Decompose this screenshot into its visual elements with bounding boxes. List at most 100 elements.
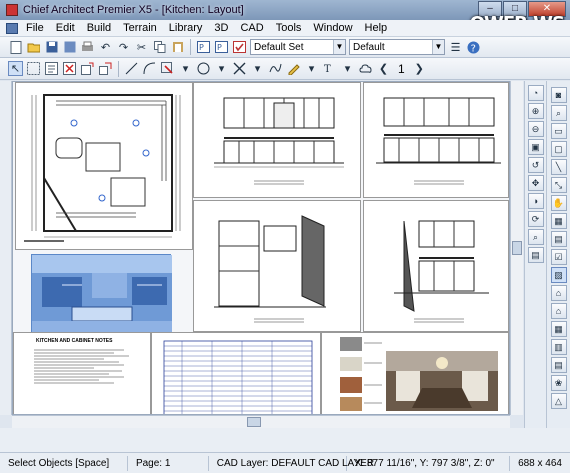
menu-terrain[interactable]: Terrain bbox=[117, 22, 163, 34]
print-icon[interactable] bbox=[80, 40, 95, 55]
text-tool-icon[interactable]: T bbox=[322, 61, 337, 76]
undo-icon[interactable]: ↶ bbox=[98, 40, 113, 55]
open-object-icon[interactable] bbox=[44, 61, 59, 76]
zoom-icon[interactable]: ⌕ bbox=[550, 105, 567, 121]
arrow-tool-icon[interactable] bbox=[160, 61, 175, 76]
camera-icon[interactable]: ◙ bbox=[550, 87, 567, 103]
checklist-icon[interactable] bbox=[232, 40, 247, 55]
dropdown-arrow-icon[interactable]: ▾ bbox=[214, 61, 229, 76]
zoom-out-icon[interactable]: ⊖ bbox=[527, 121, 544, 137]
arc-tool-icon[interactable] bbox=[142, 61, 157, 76]
vertical-scrollbar[interactable] bbox=[510, 81, 523, 415]
page-number[interactable]: 1 bbox=[394, 62, 409, 76]
line-icon[interactable]: ╲ bbox=[550, 159, 567, 175]
help-icon[interactable]: ? bbox=[466, 40, 481, 55]
line-style-icon[interactable]: ☰ bbox=[448, 40, 463, 55]
paste-icon[interactable] bbox=[170, 40, 185, 55]
elevation-sheet-2[interactable] bbox=[363, 82, 509, 198]
layer-set-dropdown[interactable]: Default Set ▼ bbox=[250, 39, 346, 55]
cloud-markup-icon[interactable] bbox=[358, 61, 373, 76]
house-icon[interactable]: ⌂ bbox=[550, 285, 567, 301]
next-page-icon[interactable]: ❯ bbox=[412, 61, 427, 76]
view-select-icon[interactable]: ▤ bbox=[527, 247, 544, 263]
open-folder-icon[interactable] bbox=[26, 40, 41, 55]
spline-tool-icon[interactable] bbox=[268, 61, 283, 76]
cabinet-elevation-drawing bbox=[214, 215, 326, 323]
table-icon[interactable]: ▤ bbox=[550, 231, 567, 247]
previous-page-icon[interactable]: ❮ bbox=[376, 61, 391, 76]
check-icon[interactable]: ☑ bbox=[550, 249, 567, 265]
refresh-icon[interactable]: ⟳ bbox=[527, 211, 544, 227]
transform-icon[interactable] bbox=[98, 61, 113, 76]
circle-tool-icon[interactable] bbox=[196, 61, 211, 76]
scroll-thumb[interactable] bbox=[247, 417, 261, 427]
terrain-icon[interactable]: △ bbox=[550, 393, 567, 409]
menu-build[interactable]: Build bbox=[81, 22, 117, 34]
dropdown-arrow-icon[interactable]: ▾ bbox=[304, 61, 319, 76]
layout-box-icon[interactable]: ▢ bbox=[550, 141, 567, 157]
svg-text:?: ? bbox=[471, 43, 476, 54]
plant-icon[interactable]: ❀ bbox=[550, 375, 567, 391]
elevation-sheet-1[interactable] bbox=[193, 82, 361, 198]
save-icon[interactable] bbox=[44, 40, 59, 55]
line-tool-icon[interactable] bbox=[124, 61, 139, 76]
menu-bar: File Edit Build Terrain Library 3D CAD T… bbox=[0, 20, 570, 37]
menu-edit[interactable]: Edit bbox=[50, 22, 81, 34]
swap-view-icon[interactable]: ◑ bbox=[527, 193, 544, 209]
menu-file[interactable]: File bbox=[20, 22, 50, 34]
kitchen-3d-rendering[interactable] bbox=[31, 254, 172, 333]
elevation-sheet-4[interactable] bbox=[363, 200, 509, 332]
save-as-icon[interactable] bbox=[62, 40, 77, 55]
svg-text:P: P bbox=[199, 43, 204, 52]
schedule-sheet[interactable] bbox=[151, 332, 321, 414]
horizontal-scrollbar[interactable] bbox=[12, 415, 510, 428]
menu-cad[interactable]: CAD bbox=[234, 22, 269, 34]
document-menu-icon[interactable] bbox=[6, 22, 18, 34]
select-3d-icon[interactable]: ◔ bbox=[527, 85, 544, 101]
edit-area-icon[interactable] bbox=[26, 61, 41, 76]
layer-settings-icon[interactable]: P bbox=[214, 40, 229, 55]
pencil-icon[interactable] bbox=[286, 61, 301, 76]
resize-icon[interactable]: ⤡ bbox=[550, 177, 567, 193]
layer-dropdown[interactable]: Default ▼ bbox=[349, 39, 445, 55]
zoom-window-icon[interactable]: ⌕ bbox=[527, 229, 544, 245]
new-file-icon[interactable] bbox=[8, 40, 23, 55]
layer-display-icon[interactable]: P bbox=[196, 40, 211, 55]
undo-zoom-icon[interactable]: ↺ bbox=[527, 157, 544, 173]
floor-plan-sheet[interactable] bbox=[15, 82, 193, 250]
menu-library[interactable]: Library bbox=[163, 22, 209, 34]
cabinet-icon[interactable]: ▥ bbox=[550, 339, 567, 355]
fill-window-icon[interactable]: ▣ bbox=[527, 139, 544, 155]
window-view-icon[interactable]: ▦ bbox=[550, 321, 567, 337]
edit-toolbar: ↖ ▾ ▾ ▾ ▾ T ▾ ❮ 1 ❯ bbox=[0, 58, 570, 80]
copy-paste-icon[interactable] bbox=[80, 61, 95, 76]
materials-sheet[interactable] bbox=[321, 332, 509, 414]
layout-canvas[interactable]: KITCHEN AND CABINET NOTES bbox=[12, 81, 510, 415]
delete-icon[interactable] bbox=[62, 61, 77, 76]
hand-icon[interactable]: ✋ bbox=[550, 195, 567, 211]
cut-icon[interactable]: ✂ bbox=[134, 40, 149, 55]
redo-icon[interactable]: ↷ bbox=[116, 40, 131, 55]
notes-sheet[interactable]: KITCHEN AND CABINET NOTES bbox=[13, 332, 151, 414]
hatch-icon[interactable]: ▨ bbox=[550, 267, 567, 283]
dropdown-arrow-icon[interactable]: ▾ bbox=[340, 61, 355, 76]
elevation-sheet-3[interactable] bbox=[193, 200, 361, 332]
copy-icon[interactable] bbox=[152, 40, 167, 55]
zoom-in-icon[interactable]: ⊕ bbox=[527, 103, 544, 119]
menu-window[interactable]: Window bbox=[307, 22, 358, 34]
roof-icon[interactable]: ⌂ bbox=[550, 303, 567, 319]
menu-tools[interactable]: Tools bbox=[270, 22, 308, 34]
page-icon[interactable]: ▭ bbox=[550, 123, 567, 139]
menu-3d[interactable]: 3D bbox=[208, 22, 234, 34]
grid-icon[interactable]: ▦ bbox=[550, 213, 567, 229]
menu-help[interactable]: Help bbox=[359, 22, 394, 34]
select-objects-icon[interactable]: ↖ bbox=[8, 61, 23, 76]
status-coordinates: X: 877 11/16", Y: 797 3/8", Z: 0" bbox=[347, 455, 511, 471]
dropdown-arrow-icon[interactable]: ▾ bbox=[178, 61, 193, 76]
elevation-icon[interactable]: ▤ bbox=[550, 357, 567, 373]
dimension-tool-icon[interactable] bbox=[232, 61, 247, 76]
dropdown-arrow-icon[interactable]: ▾ bbox=[250, 61, 265, 76]
pan-icon[interactable]: ✥ bbox=[527, 175, 544, 191]
status-size: 688 x 464 bbox=[518, 457, 562, 469]
scroll-thumb[interactable] bbox=[512, 241, 522, 255]
